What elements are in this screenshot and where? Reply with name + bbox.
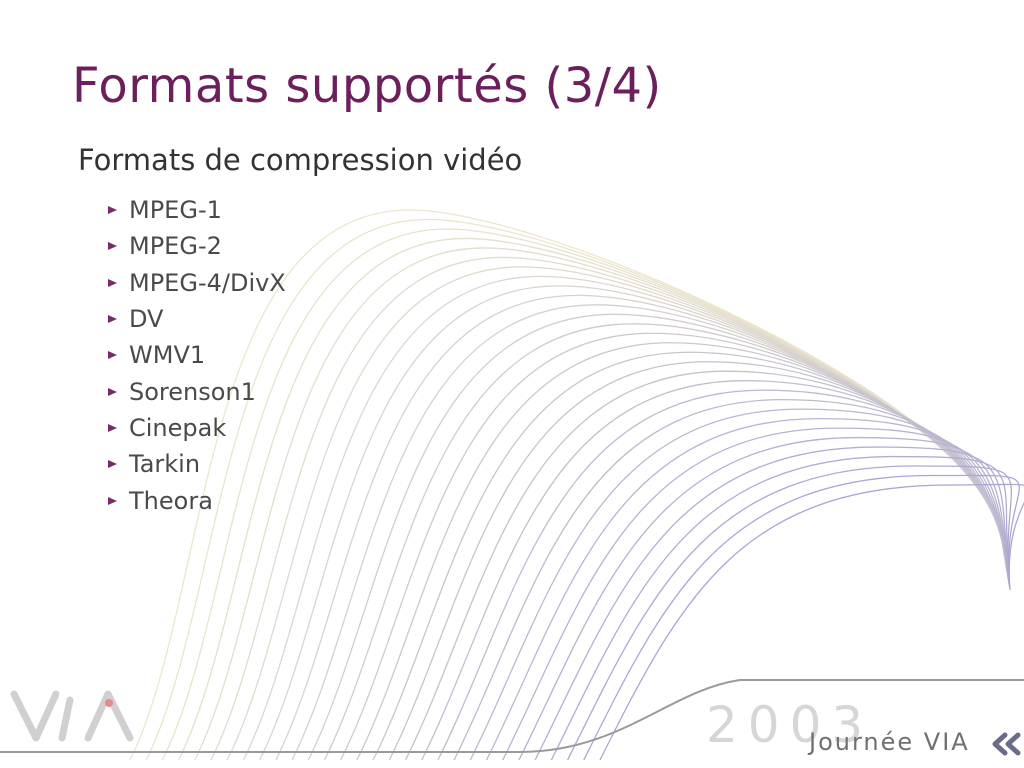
format-label: Sorenson1	[129, 377, 256, 406]
format-item: MPEG-1	[108, 192, 286, 228]
bullet-arrow-icon	[108, 315, 117, 324]
format-list: MPEG-1 MPEG-2 MPEG-4/DivX DV WMV1 Sorens…	[108, 192, 286, 519]
format-label: MPEG-2	[129, 232, 222, 261]
wave-line	[275, 294, 1004, 761]
slide-title: Formats supportés (3/4)	[72, 58, 662, 114]
footer-event-name: Journée VIA	[809, 728, 970, 756]
format-item: Theora	[108, 482, 286, 518]
wave-line	[194, 247, 1003, 761]
bullet-arrow-icon	[108, 278, 117, 287]
format-item: MPEG-2	[108, 228, 286, 264]
format-label: DV	[129, 305, 164, 334]
wave-line	[226, 266, 1003, 761]
bullet-arrow-icon	[108, 206, 117, 215]
format-label: MPEG-4/DivX	[129, 268, 286, 297]
format-label: WMV1	[129, 341, 206, 370]
bullet-arrow-icon	[108, 351, 117, 360]
bullet-arrow-icon	[108, 423, 117, 432]
bullet-arrow-icon	[108, 387, 117, 396]
format-label: MPEG-1	[129, 196, 222, 225]
format-item: Sorenson1	[108, 373, 286, 409]
format-label: Cinepak	[129, 413, 227, 442]
format-label: Tarkin	[129, 450, 201, 479]
wave-line	[323, 323, 1005, 761]
format-item: WMV1	[108, 337, 286, 373]
wave-line	[291, 304, 1005, 761]
bullet-arrow-icon	[108, 496, 117, 505]
format-item: MPEG-4/DivX	[108, 265, 286, 301]
wave-line	[242, 275, 1004, 761]
wave-line	[356, 342, 1006, 761]
bullet-arrow-icon	[108, 242, 117, 251]
bullet-arrow-icon	[108, 460, 117, 469]
format-item: DV	[108, 301, 286, 337]
slide-subtitle: Formats de compression vidéo	[78, 143, 523, 177]
format-label: Theora	[129, 486, 213, 515]
double-chevron-left-icon	[992, 732, 1021, 756]
format-item: Tarkin	[108, 446, 286, 482]
via-logo	[10, 690, 134, 742]
format-item: Cinepak	[108, 410, 286, 446]
wave-line	[210, 256, 1003, 761]
